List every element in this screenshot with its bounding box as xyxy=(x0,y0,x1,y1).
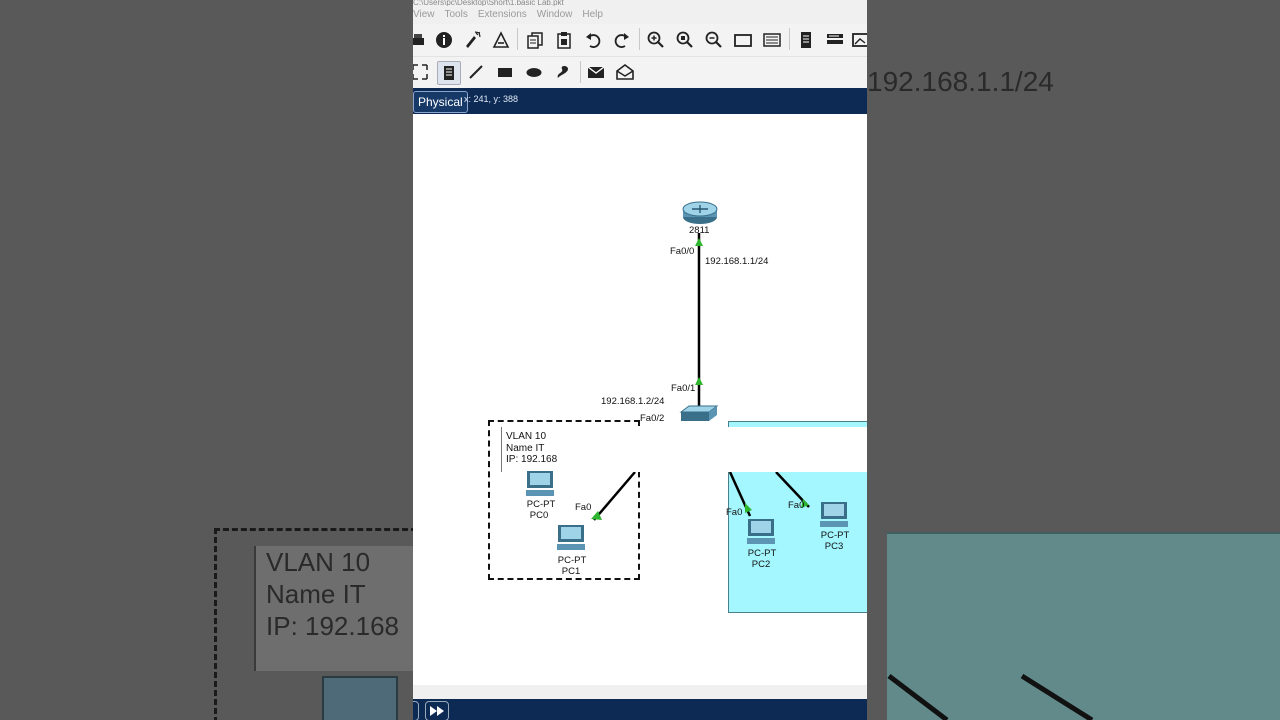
pc0-type-label: PC-PT xyxy=(526,499,556,510)
ellipse-icon[interactable] xyxy=(523,61,545,83)
copy-icon[interactable] xyxy=(524,29,546,51)
background-right-panel: 192.168.1.1/24 xyxy=(867,0,1280,720)
workspace-view-bar: Physical x: 241, y: 388 xyxy=(413,88,867,114)
info-icon[interactable] xyxy=(433,29,455,51)
pc2-type-label: PC-PT xyxy=(747,548,777,559)
bottom-bar xyxy=(413,685,867,720)
pc3-port-label: Fa0 xyxy=(788,500,805,511)
background-note: VLAN 10 Name IT IP: 192.168 xyxy=(254,546,413,671)
pc3-name-label: PC3 xyxy=(824,541,844,552)
paste-icon[interactable] xyxy=(553,29,575,51)
physical-tab[interactable]: Physical xyxy=(413,91,468,113)
zoom-out-icon[interactable] xyxy=(703,29,725,51)
menu-help[interactable]: Help xyxy=(582,6,603,24)
drawing-palette-icon[interactable] xyxy=(732,29,754,51)
note-line-name: Name IT xyxy=(506,442,545,454)
pc2-port-status-icon xyxy=(745,503,752,513)
pc1-port-label: Fa0 xyxy=(575,502,592,513)
simulation-bar xyxy=(413,699,867,720)
undo-icon[interactable] xyxy=(582,29,604,51)
menu-window[interactable]: Window xyxy=(537,6,573,24)
menu-extensions[interactable]: Extensions xyxy=(478,6,527,24)
cursor-coordinates: x: 241, y: 388 xyxy=(464,94,519,104)
vlan-note[interactable]: VLAN 10 Name IT IP: 192.168 xyxy=(501,427,867,472)
router-port-status-icon xyxy=(695,238,703,246)
note-line-ip: IP: 192.168 xyxy=(506,454,558,465)
background-note-line-3: IP: 192.168 xyxy=(266,611,399,641)
freeform-icon[interactable] xyxy=(552,61,574,83)
background-note-line-2: Name IT xyxy=(266,579,366,609)
logical-workspace[interactable]: 2811 Fa0/0 192.168.1.1/24 Fa0/1 192.168.… xyxy=(413,115,867,685)
print-icon[interactable] xyxy=(413,29,429,51)
pc1-icon[interactable] xyxy=(556,525,586,556)
pc1-name-label: PC1 xyxy=(561,566,581,577)
menu-view[interactable]: View xyxy=(413,6,435,24)
rectangle-icon[interactable] xyxy=(494,61,516,83)
background-links xyxy=(887,673,1094,720)
custom-device-icon[interactable] xyxy=(490,29,512,51)
note-icon[interactable] xyxy=(437,61,461,85)
screenshot-icon[interactable] xyxy=(850,29,867,51)
custom-devices-dialog-icon[interactable] xyxy=(761,29,783,51)
switch-icon[interactable] xyxy=(679,404,719,427)
redo-icon[interactable] xyxy=(611,29,633,51)
view-icon[interactable] xyxy=(795,29,817,51)
background-left-panel: VLAN 10 Name IT IP: 192.168 xyxy=(0,0,413,720)
switch-uplink-port-label: Fa0/1 xyxy=(671,383,696,394)
pc3-icon[interactable] xyxy=(819,502,849,533)
pc0-name-label: PC0 xyxy=(529,510,549,521)
router-label: 2811 xyxy=(689,225,710,236)
background-note-line-1: VLAN 10 xyxy=(266,547,371,577)
packet-tracer-window: C:\Users\pc\Desktop\Short\1.basic Lab.pk… xyxy=(413,0,867,720)
menu-tools[interactable]: Tools xyxy=(445,6,468,24)
router-ip-label: 192.168.1.1/24 xyxy=(705,256,769,267)
switch-port2-label: Fa0/2 xyxy=(640,413,665,424)
simple-pdu-icon[interactable] xyxy=(585,61,607,83)
switch-ip-label: 192.168.1.2/24 xyxy=(601,396,665,407)
pc3-type-label: PC-PT xyxy=(820,530,850,541)
line-icon[interactable] xyxy=(465,61,487,83)
pc2-name-label: PC2 xyxy=(751,559,771,570)
background-pc-shape xyxy=(322,676,398,720)
pc0-icon[interactable] xyxy=(525,471,555,502)
network-info-icon[interactable] xyxy=(824,29,846,51)
zoom-in-icon[interactable] xyxy=(645,29,667,51)
pc2-port-label: Fa0 xyxy=(726,507,743,518)
menu-bar: View Tools Extensions Window Help xyxy=(413,6,867,24)
drawing-toolbar xyxy=(413,57,867,88)
router-port-label: Fa0/0 xyxy=(670,246,695,257)
pc1-type-label: PC-PT xyxy=(557,555,587,566)
select-icon[interactable] xyxy=(413,61,431,83)
complex-pdu-icon[interactable] xyxy=(614,61,636,83)
main-toolbar xyxy=(413,24,867,57)
switch-uplink-status-icon xyxy=(695,377,703,385)
activity-wizard-icon[interactable] xyxy=(462,29,484,51)
pc2-icon[interactable] xyxy=(746,519,776,550)
zoom-reset-icon[interactable] xyxy=(674,29,696,51)
fast-forward-button[interactable] xyxy=(425,701,449,720)
play-button[interactable] xyxy=(413,701,419,720)
note-line-vlan: VLAN 10 xyxy=(506,431,547,442)
fast-forward-icon xyxy=(430,706,444,716)
